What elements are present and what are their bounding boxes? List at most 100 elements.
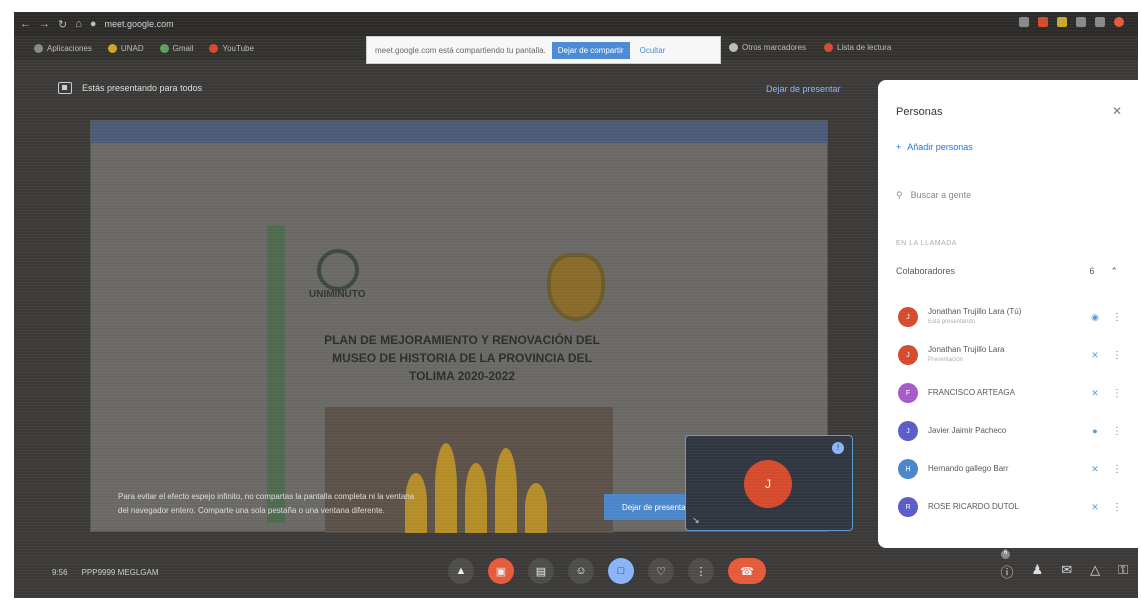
clock: 9:56: [52, 568, 68, 577]
participant-name: FRANCISCO ARTEAGA: [928, 388, 1015, 397]
participant-name: Jonathan Trujillo Lara: [928, 345, 1005, 354]
mic-off-icon: ✕: [1091, 501, 1099, 512]
raise-hand-button[interactable]: ☺: [568, 558, 594, 584]
participant-subtitle: Está presentando: [928, 319, 976, 325]
meeting-code: PPP9999 MEGLGAM: [81, 568, 159, 577]
avatar: F: [898, 383, 918, 403]
participant-row[interactable]: H Hernando gallego Barr ✕ ⋮: [898, 450, 1122, 488]
chevron-up-icon[interactable]: ⌃: [1110, 266, 1118, 277]
people-icon[interactable]: ♟: [1032, 562, 1044, 581]
extension-icons: [1019, 17, 1124, 27]
audio-activity-icon: ◉: [1091, 311, 1099, 322]
add-people-label: Añadir personas: [907, 142, 973, 152]
reactions-button[interactable]: ♡: [648, 558, 674, 584]
search-people-input[interactable]: ⚲ Buscar a gente: [896, 184, 1118, 206]
home-icon[interactable]: ⌂: [75, 18, 82, 30]
participant-row[interactable]: J Jonathan Trujillo Lara Presentación ✕ ⋮: [898, 336, 1122, 374]
bookmark-item[interactable]: Otros marcadores: [729, 43, 806, 52]
reload-icon[interactable]: ↻: [58, 18, 67, 31]
participant-count-badge: 6: [1001, 550, 1010, 559]
participant-row[interactable]: J Jonathan Trujillo Lara (Tú) Está present…: [898, 298, 1122, 336]
browser-toolbar: ← → ↻ ⌂ ● meet.google.com: [14, 12, 1138, 36]
more-options-icon[interactable]: ⋮: [1112, 464, 1122, 475]
bookmark-item[interactable]: YouTube: [209, 43, 254, 53]
captions-button[interactable]: ▤: [528, 558, 554, 584]
bookmark-item[interactable]: Aplicaciones: [34, 43, 92, 53]
presenting-banner: Estás presentando para todos: [58, 82, 202, 94]
more-options-icon[interactable]: ⋮: [1112, 502, 1122, 513]
more-options-icon[interactable]: ⋮: [1112, 312, 1122, 323]
bookmark-item[interactable]: UNAD: [107, 43, 144, 53]
meeting-controls-bar: 9:56 PPP9999 MEGLGAM ▲ ▣ ▤ ☺ □ ♡ ⋮ ☎ 6 ⓘ…: [14, 548, 1138, 598]
extension-icon[interactable]: [1057, 17, 1067, 27]
section-label: EN LA LLAMADA: [896, 240, 957, 247]
pin-icon[interactable]: ↘: [692, 515, 700, 526]
chat-icon[interactable]: ✉: [1061, 562, 1072, 581]
bookmark-item[interactable]: Gmail: [159, 43, 193, 53]
info-icon[interactable]: !: [832, 442, 844, 454]
participant-row[interactable]: J Javier Jaimir Pacheco ● ⋮: [898, 412, 1122, 450]
participant-info: ROSE RICARDO DUTOL: [928, 502, 1078, 512]
call-controls: ▲ ▣ ▤ ☺ □ ♡ ⋮ ☎: [448, 558, 766, 584]
side-panel-buttons: ⓘ ♟ ✉ △ ⚿: [1001, 562, 1128, 581]
self-video-tile[interactable]: J ! ↘: [685, 435, 853, 531]
participant-info: Jonathan Trujillo Lara (Tú) Está presenta…: [928, 307, 1078, 327]
avatar: J: [898, 345, 918, 365]
stop-sharing-button[interactable]: Dejar de compartir: [551, 41, 630, 59]
presenting-text: Estás presentando para todos: [82, 83, 203, 93]
more-options-icon[interactable]: ⋮: [1112, 426, 1122, 437]
bookmark-item[interactable]: Lista de lectura: [824, 43, 891, 52]
participant-row[interactable]: R ROSE RICARDO DUTOL ✕ ⋮: [898, 488, 1122, 526]
university-logo: [317, 249, 359, 291]
lock-icon: ●: [89, 18, 97, 30]
camera-button[interactable]: ▣: [488, 558, 514, 584]
stop-presenting-button[interactable]: Dejar de presentar: [604, 494, 696, 520]
address-bar[interactable]: meet.google.com: [105, 19, 174, 29]
profile-icon[interactable]: [1114, 17, 1124, 27]
participant-info: Javier Jaimir Pacheco: [928, 426, 1078, 436]
add-person-icon: +: [896, 142, 902, 152]
stop-presenting-link[interactable]: Dejar de presentar: [766, 84, 841, 94]
participant-row[interactable]: F FRANCISCO ARTEAGA ✕ ⋮: [898, 374, 1122, 412]
participant-info: Jonathan Trujillo Lara Presentación: [928, 345, 1078, 365]
activities-icon[interactable]: △: [1090, 562, 1100, 581]
screen-share-notification: meet.google.com está compartiendo tu pan…: [366, 36, 721, 64]
end-call-button[interactable]: ☎: [728, 558, 766, 584]
extension-icon[interactable]: [1038, 17, 1048, 27]
present-button[interactable]: □: [608, 558, 634, 584]
lock-icon[interactable]: ⚿: [1118, 562, 1128, 581]
cast-icon[interactable]: [1019, 17, 1029, 27]
avatar: J: [898, 307, 918, 327]
more-options-icon[interactable]: ⋮: [1112, 388, 1122, 399]
forward-icon[interactable]: →: [39, 18, 50, 30]
mirror-warning: Para evitar el efecto espejo infinito, n…: [118, 490, 414, 518]
hide-button[interactable]: Ocultar: [640, 46, 666, 55]
participant-info: Hernando gallego Barr: [928, 464, 1078, 474]
participant-name: ROSE RICARDO DUTOL: [928, 502, 1019, 511]
mic-off-icon: ✕: [1091, 387, 1099, 398]
mirror-warning-line: del navegador entero. Comparte una sola …: [118, 506, 385, 515]
participant-info: FRANCISCO ARTEAGA: [928, 388, 1078, 398]
shared-screen-toolbar: [91, 121, 827, 143]
more-options-icon[interactable]: ⋮: [1112, 350, 1122, 361]
avatar: H: [898, 459, 918, 479]
mic-off-icon: ✕: [1091, 349, 1099, 360]
participant-subtitle: Presentación: [928, 357, 964, 363]
present-screen-icon: [58, 82, 72, 94]
menu-icon[interactable]: [1095, 17, 1105, 27]
contributors-group-header[interactable]: Colaboradores 6 ⌃: [896, 266, 1118, 277]
back-icon[interactable]: ←: [20, 18, 31, 30]
puzzle-icon[interactable]: [1076, 17, 1086, 27]
university-logo-text: UNIMINUTO: [309, 289, 366, 300]
info-icon[interactable]: ⓘ: [1001, 562, 1014, 581]
participant-name: Hernando gallego Barr: [928, 464, 1009, 473]
more-options-button[interactable]: ⋮: [688, 558, 714, 584]
close-icon[interactable]: ✕: [1112, 104, 1122, 118]
participant-name: Javier Jaimir Pacheco: [928, 426, 1007, 435]
microphone-button[interactable]: ▲: [448, 558, 474, 584]
slide-title: PLAN DE MEJORAMIENTO Y RENOVACIÓN DEL MU…: [324, 333, 600, 383]
search-placeholder: Buscar a gente: [910, 190, 972, 200]
screenshot-frame: ← → ↻ ⌂ ● meet.google.com Aplicaciones U…: [14, 12, 1138, 598]
add-people-button[interactable]: + Añadir personas: [896, 142, 973, 152]
crest-logo: [547, 253, 605, 321]
